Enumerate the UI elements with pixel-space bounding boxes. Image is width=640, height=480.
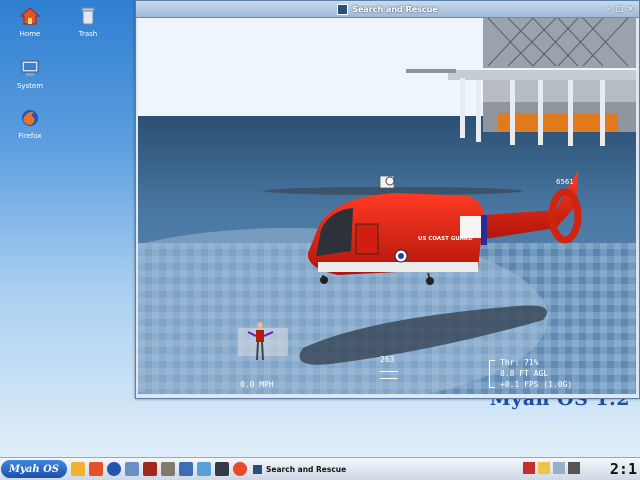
firefox-icon [22,110,38,126]
terminal-launcher-icon[interactable] [215,462,229,476]
launcher-icon-1[interactable] [71,462,85,476]
desktop-icon-label: Home [19,30,41,38]
desktop-icon-label: System [16,82,44,90]
hud-fps: +0.1 FPS (1.0G) [500,380,573,389]
hud-altitude: 8.8 FT AGL [500,369,549,378]
volume-icon[interactable] [568,462,580,474]
desktop-icon-firefox[interactable]: Firefox [0,108,60,140]
browser-launcher-icon[interactable] [107,462,121,476]
desktop-icon-label: Trash [78,30,98,38]
desktop-icon-system[interactable]: System [0,58,60,90]
help-launcher-icon[interactable] [233,462,247,476]
app-icon [337,3,349,15]
task-label: Search and Rescue [266,464,347,474]
app-window[interactable]: Search and Rescue – □ × 6561 US COAST GU… [135,0,640,399]
game-scene: 6561 US COAST GUARD [138,18,636,394]
app-icon [253,464,262,474]
hud-heading: 263 [380,355,395,364]
media-launcher-icon[interactable] [143,462,157,476]
window-titlebar[interactable]: Search and Rescue – □ × [136,1,639,18]
editor-launcher-icon[interactable] [197,462,211,476]
computer-icon [21,60,39,76]
hud-speed: 0.0 MPH [240,380,274,389]
trash-icon [81,7,95,25]
hud-attitude-indicator [380,368,398,382]
network-icon[interactable] [553,462,565,474]
taskbar: Myah OS Search and Rescue 2:1 [0,457,640,480]
mail-launcher-icon[interactable] [179,462,193,476]
desktop-icon-label: Firefox [18,132,42,140]
maximize-button[interactable]: □ [615,4,624,13]
hud-bracket [489,360,495,388]
start-button[interactable]: Myah OS [1,460,67,478]
home-icon [19,7,41,25]
tools-launcher-icon[interactable] [125,462,139,476]
game-viewport[interactable]: 6561 US COAST GUARD 263 0.0 MPH Thr: 71%… [138,18,636,394]
folder-icon[interactable] [538,462,550,474]
desktop-icon-trash[interactable]: Trash [58,6,118,38]
window-title: Search and Rescue [352,4,438,14]
game-launcher-icon[interactable] [161,462,175,476]
flag-icon[interactable] [523,462,535,474]
home-launcher-icon[interactable] [89,462,103,476]
clock: 2:1 [609,460,637,478]
minimize-button[interactable]: – [604,4,613,13]
close-button[interactable]: × [626,4,635,13]
system-tray [520,462,580,474]
taskbar-task-search-and-rescue[interactable]: Search and Rescue [253,464,347,474]
tail-number: 6561 [556,178,574,186]
hud-throttle: Thr: 71% [500,358,539,367]
desktop-icon-home[interactable]: Home [0,6,60,38]
fuselage-text: US COAST GUARD [418,236,473,242]
